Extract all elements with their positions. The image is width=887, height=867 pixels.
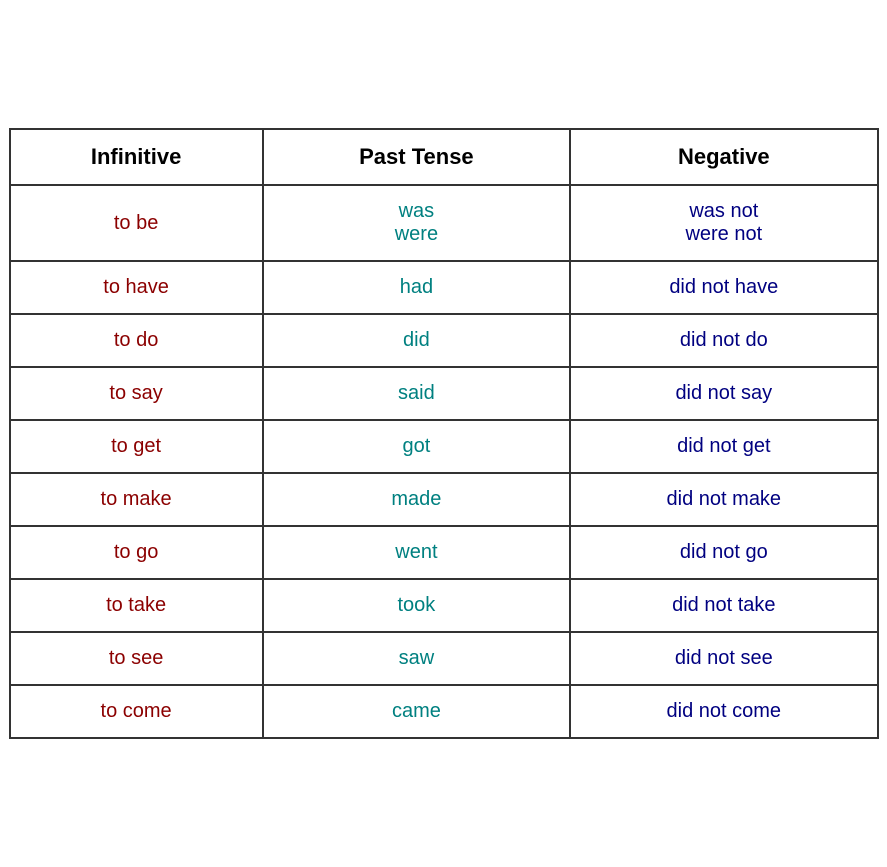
cell-infinitive: to do [10,314,263,367]
header-negative: Negative [570,129,877,185]
cell-negative: did not go [570,526,877,579]
cell-negative: did not see [570,632,877,685]
cell-past-tense: waswere [263,185,570,261]
cell-infinitive: to have [10,261,263,314]
table-row: to comecamedid not come [10,685,878,738]
cell-infinitive: to see [10,632,263,685]
table-row: to gowentdid not go [10,526,878,579]
cell-negative: did not make [570,473,877,526]
table-row: to havehaddid not have [10,261,878,314]
cell-infinitive: to come [10,685,263,738]
cell-infinitive: to say [10,367,263,420]
cell-negative: did not come [570,685,877,738]
cell-past-tense: saw [263,632,570,685]
table-row: to bewaswerewas notwere not [10,185,878,261]
cell-negative: did not get [570,420,877,473]
table-row: to saysaiddid not say [10,367,878,420]
cell-infinitive: to get [10,420,263,473]
grammar-table-container: Infinitive Past Tense Negative to bewasw… [9,128,879,739]
table-row: to seesawdid not see [10,632,878,685]
cell-past-tense: had [263,261,570,314]
cell-negative: did not take [570,579,877,632]
cell-past-tense: took [263,579,570,632]
header-past-tense: Past Tense [263,129,570,185]
cell-past-tense: made [263,473,570,526]
cell-negative: did not say [570,367,877,420]
table-row: to getgotdid not get [10,420,878,473]
cell-infinitive: to go [10,526,263,579]
cell-past-tense: went [263,526,570,579]
cell-past-tense: got [263,420,570,473]
cell-negative: did not do [570,314,877,367]
table-row: to taketookdid not take [10,579,878,632]
cell-past-tense: did [263,314,570,367]
cell-infinitive: to be [10,185,263,261]
cell-negative: did not have [570,261,877,314]
table-header-row: Infinitive Past Tense Negative [10,129,878,185]
cell-infinitive: to make [10,473,263,526]
table-row: to makemadedid not make [10,473,878,526]
cell-infinitive: to take [10,579,263,632]
table-row: to dodiddid not do [10,314,878,367]
cell-past-tense: said [263,367,570,420]
grammar-table: Infinitive Past Tense Negative to bewasw… [9,128,879,739]
header-infinitive: Infinitive [10,129,263,185]
cell-negative: was notwere not [570,185,877,261]
cell-past-tense: came [263,685,570,738]
